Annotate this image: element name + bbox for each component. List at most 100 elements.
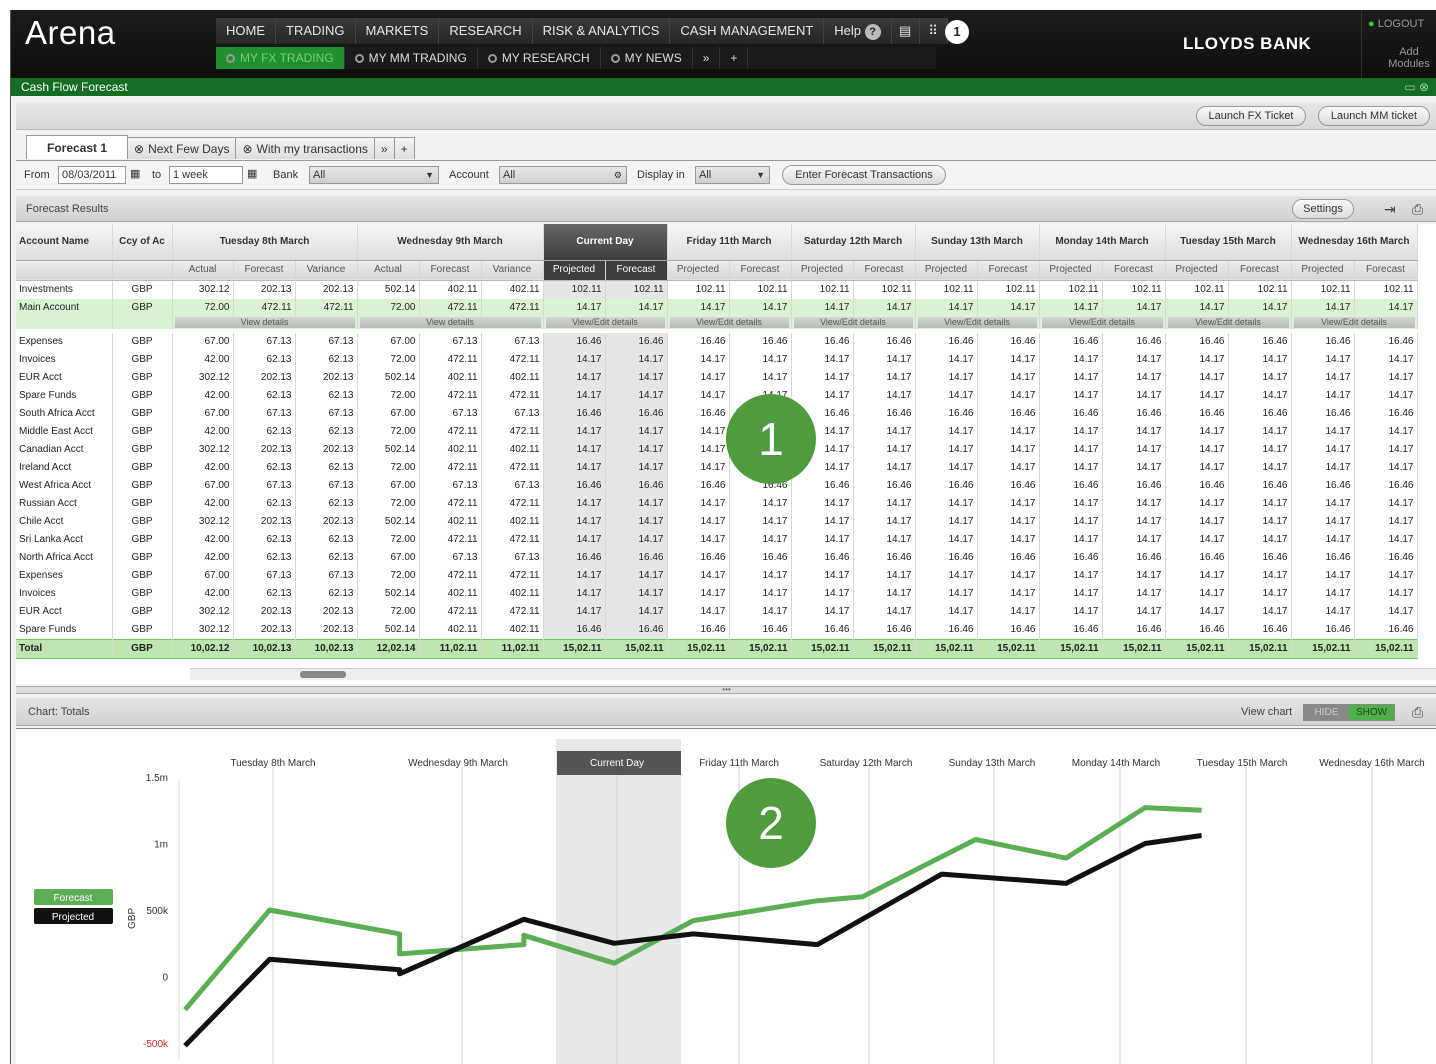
day-header[interactable]: Saturday 12th March <box>791 224 916 261</box>
sub-header[interactable]: Forecast <box>1102 260 1166 281</box>
sub-header[interactable]: Variance <box>295 260 358 281</box>
sub-header[interactable]: Projected <box>1165 260 1229 281</box>
tab-forecast-1[interactable]: Forecast 1 <box>26 135 129 159</box>
col-ccy[interactable]: Ccy of Ac <box>112 224 173 261</box>
day-header[interactable]: Tuesday 15th March <box>1165 224 1292 261</box>
add-tab-icon[interactable]: + <box>720 47 749 69</box>
print-icon[interactable]: ⎙ <box>1412 196 1423 222</box>
view-details-button[interactable]: View/Edit details <box>793 317 913 328</box>
calendar-icon[interactable]: ▦ <box>130 167 140 180</box>
table-row[interactable]: EUR Acct GBP 302.12 202.13 202.13 502.14 402.1… <box>16 368 1418 387</box>
app-logo[interactable]: Arena <box>25 14 116 52</box>
sub-header[interactable]: Variance <box>481 260 544 281</box>
day-header[interactable]: Wednesday 16th March <box>1291 224 1418 261</box>
table-row[interactable]: Expenses GBP 67.00 67.13 67.13 72.00 472.11 472… <box>16 566 1418 585</box>
view-details-button[interactable]: View/Edit details <box>669 317 789 328</box>
table-row[interactable]: Invoices GBP 42.00 62.13 62.13 72.00 472.11 472… <box>16 350 1418 369</box>
horizontal-scrollbar[interactable] <box>190 668 1436 680</box>
apps-grid-icon[interactable]: ⠿ <box>919 18 948 44</box>
settings-button[interactable]: Settings <box>1292 199 1354 219</box>
close-icon[interactable]: ⊗ <box>134 138 144 160</box>
display-select[interactable]: All ▼ <box>695 166 770 184</box>
table-row[interactable]: Spare Funds GBP 302.12 202.13 202.13 502.14 40… <box>16 620 1418 639</box>
sub-header[interactable]: Projected <box>667 260 730 281</box>
sub-header[interactable]: Forecast <box>1354 260 1418 281</box>
launch-fx-button[interactable]: Launch FX Ticket <box>1196 106 1306 126</box>
day-header[interactable]: Tuesday 8th March <box>172 224 358 261</box>
tab-my-research[interactable]: MY RESEARCH <box>478 47 601 69</box>
close-icon[interactable] <box>610 53 620 63</box>
account-select[interactable]: All ⚙ <box>499 166 627 184</box>
nav-markets[interactable]: MARKETS <box>355 18 440 44</box>
nav-home[interactable]: HOME <box>216 18 276 44</box>
hide-option[interactable]: HIDE <box>1304 705 1349 720</box>
add-modules-button[interactable]: Add Modules <box>1384 46 1434 70</box>
nav-research[interactable]: RESEARCH <box>439 18 533 44</box>
add-tab-icon[interactable]: + <box>393 137 415 159</box>
show-option[interactable]: SHOW <box>1349 705 1394 720</box>
tab-next-few-days[interactable]: ⊗ Next Few Days <box>127 137 237 160</box>
bank-select[interactable]: All ▼ <box>309 166 439 184</box>
sub-header[interactable]: Actual <box>357 260 420 281</box>
day-header[interactable]: Monday 14th March <box>1039 224 1166 261</box>
tab-my-fx-trading[interactable]: MY FX TRADING <box>216 47 345 69</box>
day-header[interactable]: Current Day <box>543 224 668 261</box>
view-details-button[interactable]: View/Edit details <box>1293 317 1415 328</box>
nav-cash-management[interactable]: CASH MANAGEMENT <box>670 18 825 44</box>
news-icon[interactable]: ▤ <box>891 18 920 44</box>
day-header[interactable]: Friday 11th March <box>667 224 792 261</box>
sub-header[interactable]: Projected <box>791 260 854 281</box>
view-chart-toggle[interactable]: HIDE SHOW <box>1303 704 1395 721</box>
export-icon[interactable]: ⇥ <box>1384 196 1396 222</box>
notification-badge[interactable]: 1 <box>945 20 969 44</box>
nav-trading[interactable]: TRADING <box>276 18 356 44</box>
sub-header[interactable]: Actual <box>172 260 234 281</box>
table-row[interactable]: Canadian Acct GBP 302.12 202.13 202.13 502.14… <box>16 440 1418 459</box>
nav-risk-analytics[interactable]: RISK & ANALYTICS <box>532 18 671 44</box>
more-tabs-icon[interactable]: » <box>693 47 721 69</box>
enter-forecast-button[interactable]: Enter Forecast Transactions <box>782 165 946 185</box>
table-row[interactable]: Total GBP 10,02.12 10,02.13 10,02.13 12,02.14… <box>16 638 1418 659</box>
table-row[interactable]: Sri Lanka Acct GBP 42.00 62.13 62.13 72.00 472… <box>16 530 1418 549</box>
sub-header[interactable]: Forecast <box>729 260 792 281</box>
sub-header[interactable]: Forecast <box>419 260 482 281</box>
sub-header[interactable]: Forecast <box>853 260 916 281</box>
sub-header[interactable]: Forecast <box>977 260 1040 281</box>
view-details-button[interactable]: View/Edit details <box>1041 317 1163 328</box>
sub-header[interactable]: Forecast <box>1228 260 1292 281</box>
sub-header[interactable]: Forecast <box>605 260 668 281</box>
close-icon[interactable]: ⊗ <box>242 138 252 160</box>
sub-header[interactable]: Projected <box>1291 260 1355 281</box>
table-row[interactable]: Middle East Acct GBP 42.00 62.13 62.13 72.00 4… <box>16 422 1418 441</box>
sub-header[interactable]: Projected <box>543 260 606 281</box>
table-row[interactable]: West Africa Acct GBP 67.00 67.13 67.13 67.00 6… <box>16 476 1418 495</box>
table-row[interactable]: Main Account GBP 72.00 472.11 472.11 72.00 472… <box>16 298 1418 317</box>
table-row[interactable]: Chile Acct GBP 302.12 202.13 202.13 502.14 402… <box>16 512 1418 531</box>
view-details-button[interactable]: View/Edit details <box>1167 317 1289 328</box>
table-row[interactable]: Expenses GBP 67.00 67.13 67.13 67.00 67.13 67.1… <box>16 332 1418 351</box>
more-tabs-icon[interactable]: » <box>373 137 395 159</box>
window-controls-icon[interactable]: ▭ ⊗ <box>1404 78 1429 96</box>
from-date-input[interactable]: 08/03/2011 <box>58 166 126 184</box>
tab-my-news[interactable]: MY NEWS <box>601 47 693 69</box>
table-row[interactable]: Ireland Acct GBP 42.00 62.13 62.13 72.00 472.1… <box>16 458 1418 477</box>
table-row[interactable]: EUR Acct GBP 302.12 202.13 202.13 72.00 472.11… <box>16 602 1418 621</box>
table-row[interactable]: Investments GBP 302.12 202.13 202.13 502.14 40… <box>16 280 1418 299</box>
close-icon[interactable] <box>487 53 497 63</box>
print-icon[interactable]: ⎙ <box>1412 698 1423 726</box>
scrollbar-thumb[interactable] <box>300 671 346 678</box>
panel-splitter[interactable]: ••• <box>16 686 1436 694</box>
day-header[interactable]: Sunday 13th March <box>915 224 1040 261</box>
table-row[interactable]: South Africa Acct GBP 67.00 67.13 67.13 67.00… <box>16 404 1418 423</box>
view-details-button[interactable]: View/Edit details <box>545 317 665 328</box>
day-header[interactable]: Wednesday 9th March <box>357 224 544 261</box>
tab-with-my-transactions[interactable]: ⊗ With my transactions <box>235 137 375 160</box>
sub-header[interactable]: Projected <box>915 260 978 281</box>
logout-button[interactable]: ● LOGOUT <box>1368 18 1424 30</box>
calendar-icon[interactable]: ▦ <box>247 167 257 180</box>
table-row[interactable]: Invoices GBP 42.00 62.13 62.13 502.14 402.11 40… <box>16 584 1418 603</box>
col-account-name[interactable]: Account Name <box>16 224 113 261</box>
sub-header[interactable]: Projected <box>1039 260 1103 281</box>
sub-header[interactable]: Forecast <box>233 260 296 281</box>
to-period-input[interactable]: 1 week <box>169 166 243 184</box>
